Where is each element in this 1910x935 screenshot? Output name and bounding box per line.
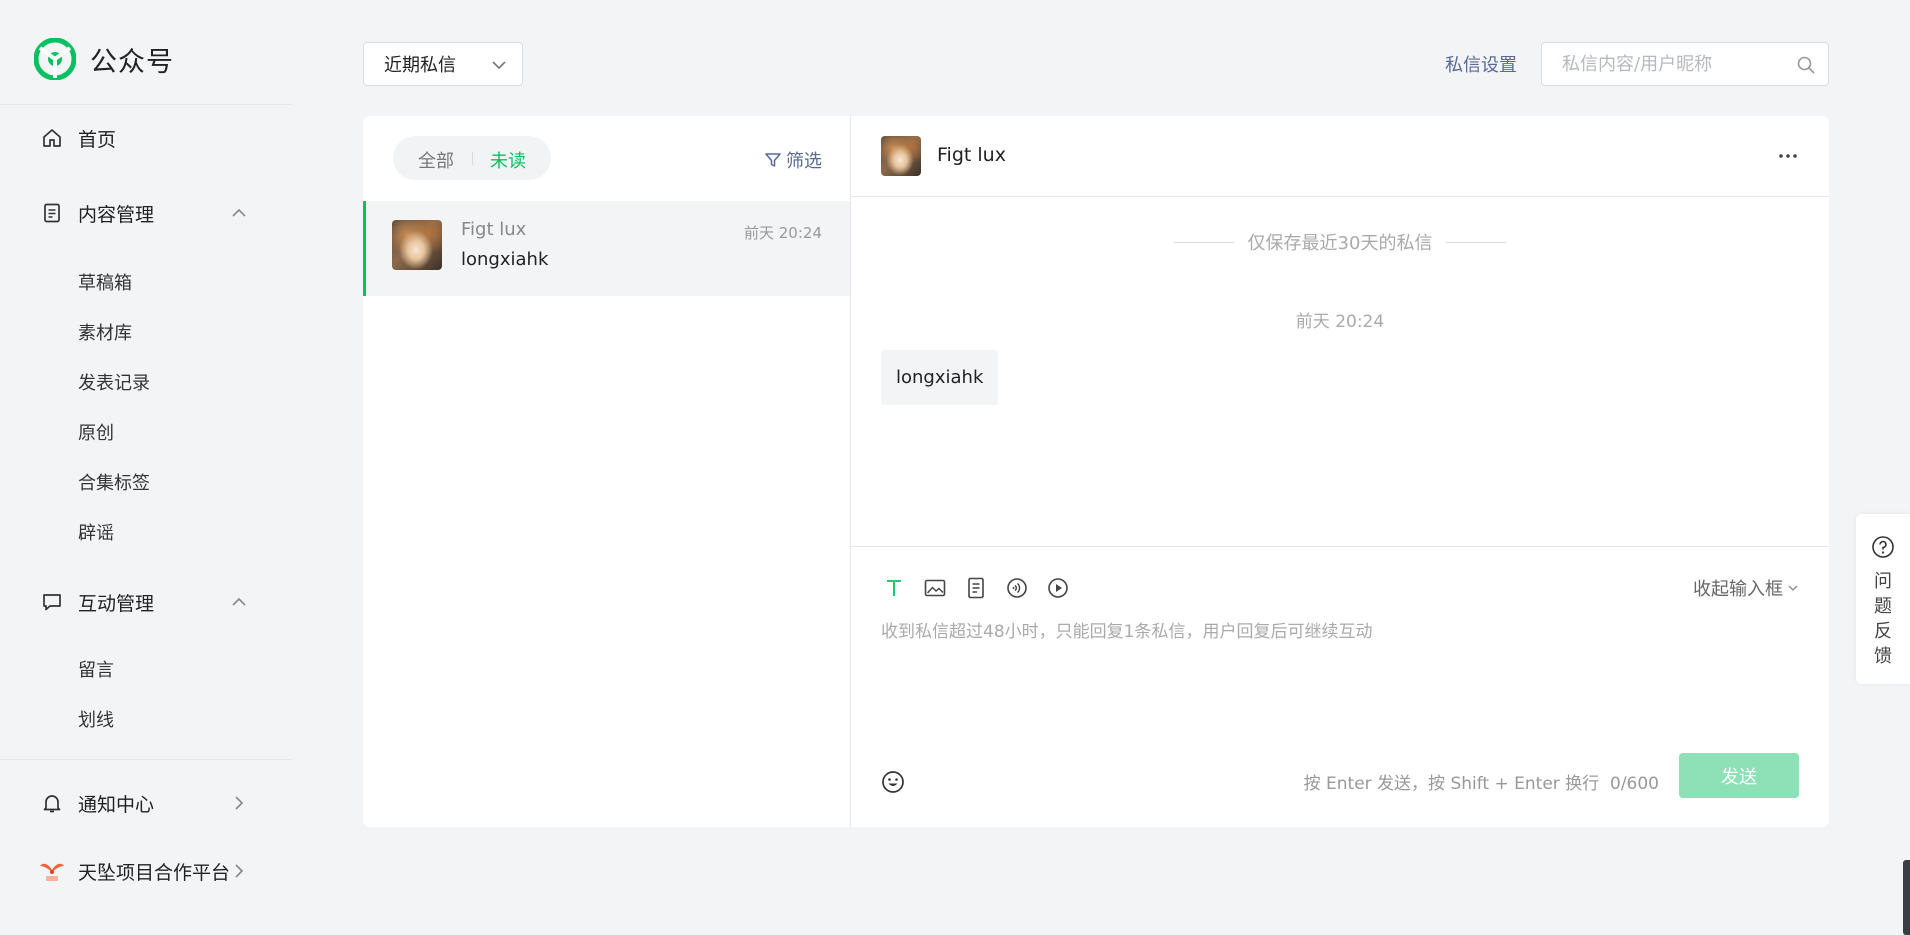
- funnel-icon: [764, 151, 782, 169]
- sidebar-divider: [0, 104, 292, 105]
- tab-all[interactable]: 全部: [418, 147, 454, 173]
- sidebar-subitem-comments[interactable]: 留言: [78, 656, 114, 682]
- search-icon[interactable]: [1796, 55, 1816, 75]
- chat-user-name: Figt lux: [937, 144, 1006, 166]
- sidebar-subitem-rumor[interactable]: 辟谣: [78, 519, 114, 545]
- sidebar-subitem-highlights[interactable]: 划线: [78, 706, 114, 732]
- retention-notice: 仅保存最近30天的私信: [851, 229, 1829, 255]
- document-icon: [38, 199, 66, 227]
- audio-icon[interactable]: [1004, 575, 1030, 601]
- sidebar-item-label: 互动管理: [78, 592, 155, 615]
- chevron-up-icon: [230, 204, 248, 222]
- filter-label: 筛选: [786, 151, 822, 172]
- text-icon[interactable]: [881, 575, 907, 601]
- collapse-composer-label: 收起输入框: [1693, 579, 1783, 600]
- collapse-composer-button[interactable]: 收起输入框: [1693, 575, 1799, 601]
- message-bubble: longxiahk: [881, 350, 999, 405]
- video-icon[interactable]: [1045, 575, 1071, 601]
- message-input[interactable]: 收到私信超过48小时，只能回复1条私信，用户回复后可继续互动: [881, 617, 1372, 642]
- conversation-item[interactable]: Figt lux longxiahk 前天 20:24: [363, 201, 850, 296]
- conversation-time: 前天 20:24: [744, 224, 822, 242]
- chat-pane: Figt lux 仅保存最近30天的私信 前天 20:24 longxiahk: [851, 116, 1829, 827]
- sidebar-subitem-materials[interactable]: 素材库: [78, 319, 132, 345]
- tab-separator: [472, 152, 473, 165]
- article-icon[interactable]: [963, 575, 989, 601]
- divider-line: [1446, 241, 1507, 243]
- message-settings-link[interactable]: 私信设置: [1445, 51, 1517, 77]
- edge-handle: [1903, 860, 1910, 935]
- chat-bubble-icon: [38, 588, 66, 616]
- tianzhui-logo-icon: [38, 857, 66, 885]
- chevron-up-icon: [230, 593, 248, 611]
- message-range-selected: 近期私信: [384, 55, 456, 76]
- chevron-down-icon: [490, 56, 508, 74]
- app-logo[interactable]: 公众号: [34, 38, 174, 80]
- sidebar-item-content[interactable]: 内容管理: [38, 199, 254, 227]
- chevron-down-icon: [1787, 582, 1799, 594]
- search-input[interactable]: [1542, 43, 1772, 85]
- chat-header: Figt lux: [851, 116, 1829, 197]
- message-range-select[interactable]: 近期私信: [363, 42, 523, 86]
- search-box: [1541, 42, 1829, 86]
- sidebar-item-label: 通知中心: [78, 793, 155, 816]
- sidebar-item-label: 天坠项目合作平台: [78, 861, 231, 884]
- wechat-official-logo-icon: [34, 38, 76, 80]
- filter-button[interactable]: 筛选: [764, 147, 822, 173]
- sidebar-item-partner-platform[interactable]: 天坠项目合作平台: [38, 857, 254, 885]
- home-icon: [38, 124, 66, 152]
- sidebar-item-notifications[interactable]: 通知中心: [38, 789, 254, 817]
- sidebar-subitem-collections[interactable]: 合集标签: [78, 469, 150, 495]
- message-composer: 收起输入框 收到私信超过48小时，只能回复1条私信，用户回复后可继续互动 按 E…: [851, 546, 1829, 827]
- sidebar-subitem-drafts[interactable]: 草稿箱: [78, 269, 132, 295]
- send-shortcut-hint: 按 Enter 发送，按 Shift + Enter 换行: [1303, 774, 1600, 794]
- conversation-preview: longxiahk: [461, 249, 549, 270]
- chevron-right-icon: [230, 794, 248, 812]
- sidebar-subitem-publish-history[interactable]: 发表记录: [78, 369, 150, 395]
- feedback-tab[interactable]: 问题反馈: [1856, 514, 1910, 684]
- chevron-right-icon: [230, 862, 248, 880]
- tab-unread[interactable]: 未读: [490, 147, 526, 173]
- emoji-icon[interactable]: [881, 770, 905, 794]
- help-circle-icon: [1871, 535, 1895, 559]
- sidebar: 公众号 首页 内容管理 草稿箱 素材库 发表记录 原创 合集标签 辟谣 互动管理…: [0, 0, 292, 935]
- sidebar-item-label: 内容管理: [78, 203, 155, 226]
- divider-line: [1173, 241, 1234, 243]
- retention-notice-text: 仅保存最近30天的私信: [1247, 233, 1433, 254]
- sidebar-divider: [0, 759, 292, 760]
- sidebar-item-label: 首页: [78, 128, 117, 151]
- conversation-name: Figt lux: [461, 219, 527, 240]
- sidebar-subitem-original[interactable]: 原创: [78, 419, 114, 445]
- bell-icon: [38, 789, 66, 817]
- read-filter-tabs: 全部 未读: [393, 136, 551, 180]
- sidebar-item-interaction[interactable]: 互动管理: [38, 588, 254, 616]
- more-options-icon[interactable]: [1777, 149, 1799, 163]
- send-hint: 按 Enter 发送，按 Shift + Enter 换行 0/600: [1304, 769, 1659, 794]
- sidebar-item-home[interactable]: 首页: [38, 124, 116, 152]
- avatar: [392, 220, 442, 270]
- send-button[interactable]: 发送: [1679, 753, 1799, 798]
- messages-panel: 全部 未读 筛选 Figt lux longxiahk 前天 20:24 Fig…: [363, 116, 1829, 827]
- avatar[interactable]: [881, 136, 921, 176]
- conversation-list: 全部 未读 筛选 Figt lux longxiahk 前天 20:24: [363, 116, 851, 827]
- image-icon[interactable]: [922, 575, 948, 601]
- app-title: 公众号: [90, 46, 174, 78]
- character-counter: 0/600: [1610, 774, 1659, 794]
- message-timestamp: 前天 20:24: [1295, 312, 1385, 332]
- feedback-label: 问题反馈: [1874, 571, 1892, 667]
